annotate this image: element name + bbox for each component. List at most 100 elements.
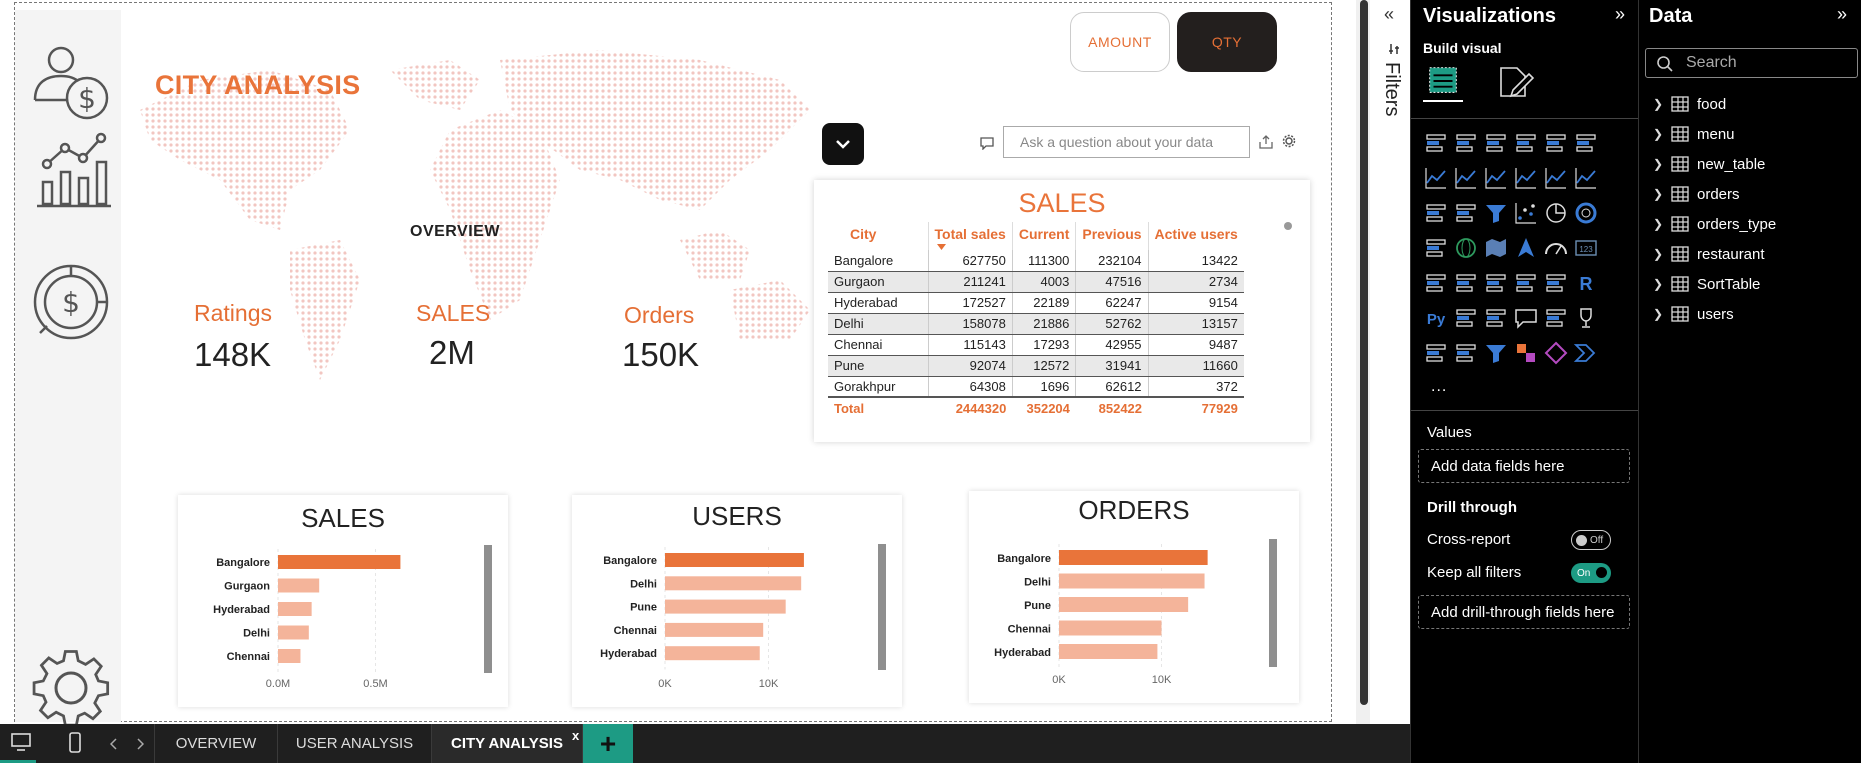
funnel-column-icon[interactable]	[1453, 200, 1479, 226]
report-canvas[interactable]: $ $ CITY ANALYSIS OVERVIEW Ratings 148K …	[0, 0, 1356, 727]
expand-down-button[interactable]	[822, 123, 864, 165]
column-header-city[interactable]: City	[828, 222, 929, 250]
ribbon-chart-icon[interactable]	[1513, 165, 1539, 191]
table-row[interactable]: Gurgaon 211241 4003 47516 2734	[828, 271, 1244, 293]
dollar-pie-icon[interactable]: $	[29, 260, 113, 344]
matrix-icon[interactable]	[1543, 270, 1569, 296]
line-clustered-icon[interactable]	[1573, 165, 1599, 191]
canvas-scroll-thumb[interactable]	[1360, 0, 1368, 705]
bar[interactable]	[1059, 550, 1208, 565]
desktop-layout-icon[interactable]	[10, 732, 32, 752]
data-table-item[interactable]: ❯ orders	[1653, 182, 1853, 206]
power-apps-icon[interactable]	[1513, 340, 1539, 366]
table-row[interactable]: Gorakhpur 64308 1696 62612 372	[828, 376, 1244, 398]
bar[interactable]	[1059, 597, 1189, 612]
power-automate-icon[interactable]	[1573, 340, 1599, 366]
chevron-right-icon[interactable]: ❯	[1653, 217, 1671, 231]
chevron-right-icon[interactable]: ❯	[1653, 127, 1671, 141]
orders-chart-scrollbar[interactable]	[1269, 539, 1277, 667]
goals-icon[interactable]	[1573, 305, 1599, 331]
100-column-icon[interactable]	[1573, 130, 1599, 156]
key-influencers-icon[interactable]	[1453, 305, 1479, 331]
bar[interactable]	[665, 622, 764, 637]
table-row[interactable]: Bangalore 627750 111300 232104 13422	[828, 250, 1244, 272]
power-filter-icon[interactable]	[1483, 340, 1509, 366]
user-dollar-icon[interactable]: $	[29, 38, 113, 122]
chevron-right-icon[interactable]: ❯	[1653, 97, 1671, 111]
azure-map-icon[interactable]	[1513, 235, 1539, 261]
waterfall-icon[interactable]	[1423, 200, 1449, 226]
paginated-report-icon[interactable]	[1423, 340, 1449, 366]
format-visual-tab-icon[interactable]	[1495, 64, 1535, 100]
qty-toggle-button[interactable]: QTY	[1177, 12, 1277, 72]
mobile-layout-icon[interactable]	[68, 732, 82, 754]
diamond-visual-icon[interactable]	[1543, 340, 1569, 366]
data-table-item[interactable]: ❯ SortTable	[1653, 272, 1853, 296]
qa-settings-icon[interactable]	[1282, 134, 1296, 148]
line-chart-icon[interactable]	[1423, 165, 1449, 191]
stacked-area-icon[interactable]	[1483, 165, 1509, 191]
table-row[interactable]: Delhi 158078 21886 52762 13157	[828, 313, 1244, 335]
treemap-icon[interactable]	[1423, 235, 1449, 261]
kpi-icon[interactable]	[1453, 270, 1479, 296]
clustered-bar-icon[interactable]	[1483, 130, 1509, 156]
donut-icon[interactable]	[1573, 200, 1599, 226]
bar[interactable]	[278, 578, 320, 593]
prev-page-icon[interactable]	[110, 738, 118, 750]
bar[interactable]	[1059, 573, 1205, 589]
chevron-right-icon[interactable]: ❯	[1653, 187, 1671, 201]
bar[interactable]	[665, 553, 804, 567]
globe-map-icon[interactable]	[1453, 235, 1479, 261]
table-row[interactable]: Pune 92074 12572 31941 11660	[828, 355, 1244, 377]
column-header-previous[interactable]: Previous	[1075, 222, 1149, 250]
data-table-item[interactable]: ❯ new_table	[1653, 152, 1853, 176]
data-search-input[interactable]: Search	[1645, 48, 1858, 78]
funnel-icon[interactable]	[1483, 200, 1509, 226]
card-123-icon[interactable]: 123	[1573, 235, 1599, 261]
area-chart-icon[interactable]	[1453, 165, 1479, 191]
smart-card-icon[interactable]	[1453, 340, 1479, 366]
data-table-item[interactable]: ❯ food	[1653, 92, 1853, 116]
clustered-column-icon[interactable]	[1513, 130, 1539, 156]
table-scroll-indicator[interactable]	[1284, 222, 1292, 230]
qa-question-input[interactable]: Ask a question about your data	[1003, 126, 1250, 158]
data-table-item[interactable]: ❯ menu	[1653, 122, 1853, 146]
chevron-right-icon[interactable]: ❯	[1653, 307, 1671, 321]
bar[interactable]	[278, 649, 301, 663]
sales-chart-scrollbar[interactable]	[484, 545, 492, 673]
bar[interactable]	[278, 602, 312, 616]
column-header-active-users[interactable]: Active users	[1148, 222, 1244, 250]
chevron-right-icon[interactable]: ❯	[1653, 277, 1671, 291]
data-table-item[interactable]: ❯ users	[1653, 302, 1853, 326]
sales-bar-chart[interactable]: SALES 0.0M 0.5M Bangalore Gurgaon Hyderabad D…	[178, 495, 508, 707]
bar[interactable]	[278, 555, 401, 569]
stacked-column-icon[interactable]	[1453, 130, 1479, 156]
chevron-right-icon[interactable]: ❯	[1653, 247, 1671, 261]
100-bar-icon[interactable]	[1543, 130, 1569, 156]
filters-collapse-button[interactable]: «	[1384, 4, 1394, 25]
filters-label[interactable]: Filters	[1380, 62, 1403, 116]
bar[interactable]	[1059, 644, 1158, 659]
tab-user-analysis[interactable]: USER ANALYSIS	[278, 724, 432, 763]
bar[interactable]	[1059, 620, 1162, 636]
line-column-icon[interactable]	[1543, 165, 1569, 191]
bar[interactable]	[278, 625, 309, 640]
data-expand-button[interactable]: »	[1837, 4, 1847, 25]
bar[interactable]	[665, 599, 786, 614]
chevron-right-icon[interactable]: ❯	[1653, 157, 1671, 171]
users-bar-chart[interactable]: USERS 0K 10K Bangalore Delhi Pune Chennai Hyde…	[572, 495, 902, 707]
stacked-bar-icon[interactable]	[1423, 130, 1449, 156]
more-visuals-button[interactable]: ...	[1431, 378, 1447, 396]
keep-all-filters-toggle[interactable]: On	[1571, 563, 1611, 583]
r-visual-icon[interactable]: R	[1573, 270, 1599, 296]
data-table-item[interactable]: ❯ restaurant	[1653, 242, 1853, 266]
chat-bubble-icon[interactable]	[980, 136, 994, 150]
orders-bar-chart[interactable]: ORDERS 0K 10K Bangalore Delhi Pune Chennai Hyd…	[969, 491, 1299, 703]
amount-toggle-button[interactable]: AMOUNT	[1070, 12, 1170, 72]
filled-map-icon[interactable]	[1483, 235, 1509, 261]
pie-icon[interactable]	[1543, 200, 1569, 226]
add-page-button[interactable]: +	[583, 724, 633, 763]
bar[interactable]	[665, 576, 802, 591]
narrative-icon[interactable]	[1543, 305, 1569, 331]
cross-report-toggle[interactable]: Off	[1571, 530, 1611, 550]
